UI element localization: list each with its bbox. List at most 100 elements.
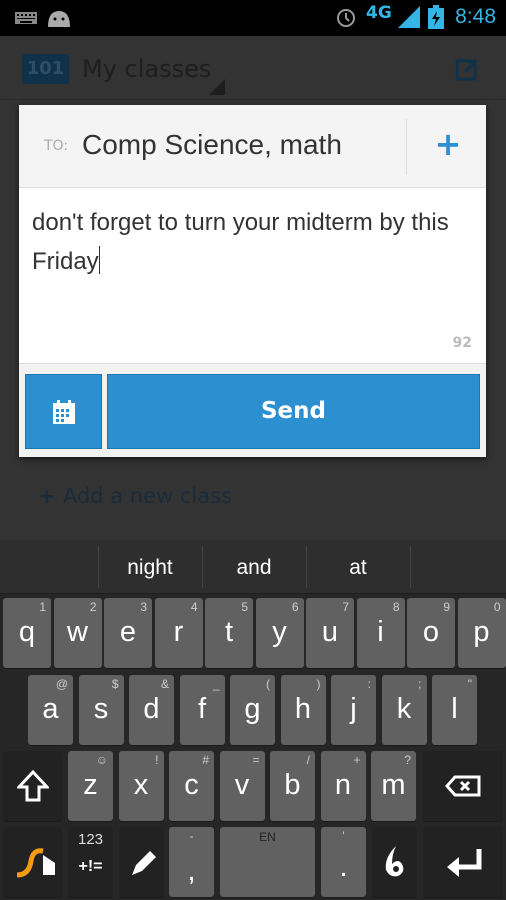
key-v[interactable]: = v	[219, 751, 265, 821]
key-d[interactable]: & d	[129, 675, 174, 745]
key-alt-label: /	[306, 753, 310, 767]
clock: 8:48	[455, 5, 496, 28]
key-w[interactable]: 2w	[53, 598, 102, 668]
send-button[interactable]: Send	[107, 374, 480, 449]
key-n[interactable]: + n	[320, 751, 366, 821]
key-alt-label: $	[111, 677, 119, 691]
add-class-link[interactable]: + Add a new class	[38, 484, 232, 508]
key-label: p	[473, 616, 490, 648]
key-label: g	[244, 693, 261, 725]
plus-icon: +	[38, 484, 63, 508]
class-selector[interactable]: My classes	[82, 55, 211, 83]
key-l[interactable]: " l	[432, 675, 477, 745]
signal-icon	[398, 6, 420, 28]
recipient-field[interactable]: Comp Science, math	[82, 129, 342, 161]
space-key[interactable]: EN	[220, 827, 315, 897]
key-a[interactable]: @ a	[28, 675, 73, 745]
android-icon	[48, 11, 70, 27]
compose-dialog: TO: Comp Science, math + don't forget to…	[19, 105, 486, 457]
suggestion[interactable]: and	[202, 540, 306, 594]
action-bar	[0, 36, 506, 100]
key-label: n	[334, 769, 352, 801]
swype-key[interactable]	[3, 827, 62, 897]
key-j[interactable]: :j	[331, 675, 376, 745]
key-alt-label: ;	[418, 677, 422, 691]
edit-key[interactable]	[119, 827, 164, 897]
key-alt-label: +	[353, 753, 361, 767]
key-m[interactable]: ? m	[371, 751, 416, 821]
shift-key[interactable]	[3, 751, 62, 821]
key-y[interactable]: 6y	[255, 598, 304, 668]
keyboard-icon	[15, 12, 37, 24]
suggestion[interactable]: at	[306, 540, 410, 594]
key-q[interactable]: 1q	[3, 598, 51, 668]
key-label: t	[224, 616, 234, 648]
recipient-row: TO: Comp Science, math +	[19, 105, 486, 188]
key-f[interactable]: _ f	[179, 675, 225, 745]
key-z[interactable]: ☺ z	[68, 751, 113, 821]
key-b[interactable]: / b	[270, 751, 315, 821]
suggestion[interactable]: night	[98, 540, 202, 594]
key-k[interactable]: ; k	[381, 675, 427, 745]
key-label: o	[422, 616, 440, 648]
schedule-button[interactable]	[25, 374, 102, 449]
key-alt-label: (	[266, 677, 270, 691]
key-alt-label: 1	[39, 600, 46, 614]
key-alt-label: 6	[291, 600, 299, 614]
key-alt-label: &	[160, 677, 169, 691]
key-label: b	[284, 769, 301, 801]
key-label: a	[42, 693, 59, 725]
divider	[410, 546, 411, 588]
add-recipient-button[interactable]: +	[433, 125, 463, 163]
key-label: q	[18, 616, 36, 648]
key-h[interactable]: ) h	[280, 675, 326, 745]
key-alt-label: #	[202, 753, 209, 767]
key-o[interactable]: 9o	[407, 598, 455, 668]
voice-input-key[interactable]	[372, 827, 417, 897]
key-alt-label: )	[316, 677, 321, 691]
key-i[interactable]: 8i	[356, 598, 405, 668]
alarm-icon	[337, 9, 355, 27]
battery-charging-icon	[428, 5, 444, 29]
period-key[interactable]: ' .	[321, 827, 366, 897]
calendar-icon	[53, 400, 75, 424]
key-label: v	[234, 769, 250, 801]
text-cursor	[98, 246, 100, 274]
key-label: m	[381, 769, 406, 801]
key-label: c	[184, 769, 199, 801]
key-alt-label: "	[467, 677, 472, 691]
key-c[interactable]: # c	[169, 751, 214, 821]
key-t[interactable]: 5t	[205, 598, 253, 668]
key-g[interactable]: (g	[230, 675, 275, 745]
key-r[interactable]: 4r	[154, 598, 203, 668]
key-label: l	[451, 693, 458, 725]
status-bar: 4G 8:48	[0, 0, 506, 36]
key-alt-label: 5	[241, 600, 248, 614]
dragon-icon	[385, 846, 404, 877]
message-input[interactable]: don't forget to turn your midterm by thi…	[32, 203, 472, 281]
app-logo[interactable]: 101	[22, 54, 69, 84]
backspace-icon	[445, 775, 481, 797]
symbols-key[interactable]: 123 +!=	[68, 827, 113, 897]
key-label: j	[350, 693, 357, 725]
key-e[interactable]: 3e	[104, 598, 152, 668]
key-alt-label: @	[55, 677, 68, 691]
key-alt-label: _	[212, 677, 220, 691]
key-label: z	[83, 769, 98, 801]
character-count: 92	[452, 335, 472, 351]
key-p[interactable]: 0p	[457, 598, 506, 668]
key-label: h	[294, 693, 312, 725]
key-label: w	[67, 616, 88, 648]
key-x[interactable]: ! x	[118, 751, 164, 821]
enter-key[interactable]	[423, 827, 503, 897]
key-alt-label: !	[155, 753, 159, 767]
compose-icon[interactable]	[455, 57, 479, 81]
key-label: e	[119, 616, 137, 648]
key-s[interactable]: $ s	[78, 675, 124, 745]
to-label: TO:	[44, 138, 69, 154]
comma-key[interactable]: - ,	[169, 827, 214, 897]
key-label: r	[173, 616, 184, 648]
backspace-key[interactable]	[423, 751, 503, 821]
swype-icon	[16, 848, 55, 878]
key-u[interactable]: 7u	[306, 598, 354, 668]
